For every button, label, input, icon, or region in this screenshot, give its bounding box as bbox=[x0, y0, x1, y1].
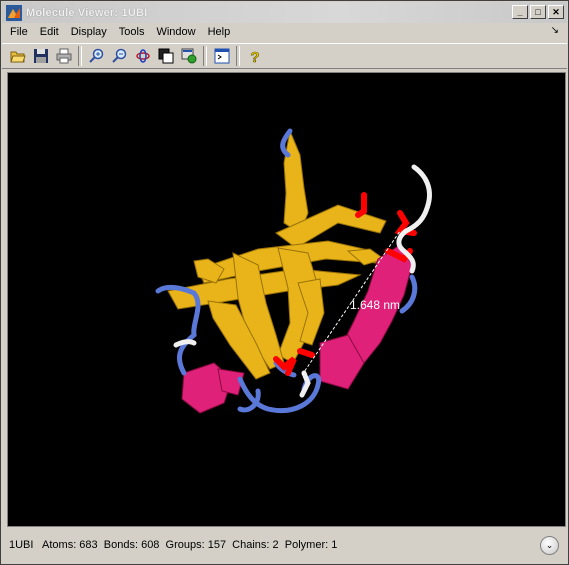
window-controls: _ □ ✕ bbox=[512, 5, 564, 19]
molecule-viewer-window: Molecule Viewer: 1UBI _ □ ✕ File Edit Di… bbox=[0, 0, 569, 565]
zoom-in-icon[interactable] bbox=[85, 45, 108, 67]
chevron-down-icon: ⌄ bbox=[545, 540, 554, 550]
menu-window[interactable]: Window bbox=[150, 24, 201, 41]
zoom-out-icon[interactable] bbox=[108, 45, 131, 67]
window-title: Molecule Viewer: 1UBI bbox=[26, 6, 148, 19]
toolbar-separator bbox=[78, 46, 82, 66]
minimize-button[interactable]: _ bbox=[512, 5, 528, 19]
ubiquitin-ribbon-model bbox=[155, 128, 432, 414]
print-icon[interactable] bbox=[52, 45, 75, 67]
status-bar: 1UBI Atoms: 683 Bonds: 608 Groups: 157 C… bbox=[2, 532, 567, 558]
status-text: 1UBI Atoms: 683 Bonds: 608 Groups: 157 C… bbox=[9, 539, 338, 551]
export-icon[interactable] bbox=[177, 45, 200, 67]
save-icon[interactable] bbox=[29, 45, 52, 67]
menu-tools[interactable]: Tools bbox=[113, 24, 151, 41]
toolbar-separator bbox=[203, 46, 207, 66]
console-icon[interactable] bbox=[210, 45, 233, 67]
matlab-app-icon bbox=[6, 4, 22, 21]
menu-display[interactable]: Display bbox=[65, 24, 113, 41]
dock-arrow-icon[interactable]: ↘ bbox=[551, 25, 559, 36]
molecule-viewport[interactable]: 1.648 nm bbox=[7, 72, 566, 527]
menu-file[interactable]: File bbox=[2, 24, 34, 41]
open-file-icon[interactable] bbox=[6, 45, 29, 67]
menu-bar: File Edit Display Tools Window Help ↘ bbox=[2, 23, 567, 42]
toolbar-separator bbox=[236, 46, 240, 66]
status-menu-button[interactable]: ⌄ bbox=[540, 536, 559, 555]
rotate-icon[interactable] bbox=[131, 45, 154, 67]
menu-edit[interactable]: Edit bbox=[34, 24, 65, 41]
distance-label: 1.648 nm bbox=[350, 298, 401, 312]
title-bar[interactable]: Molecule Viewer: 1UBI _ □ ✕ bbox=[2, 2, 567, 23]
toolbar: ? bbox=[2, 43, 567, 69]
close-button[interactable]: ✕ bbox=[548, 5, 564, 19]
copy-figure-icon[interactable] bbox=[154, 45, 177, 67]
maximize-button[interactable]: □ bbox=[530, 5, 546, 19]
svg-text:?: ? bbox=[250, 49, 259, 64]
menu-help[interactable]: Help bbox=[202, 24, 237, 41]
help-icon[interactable]: ? bbox=[243, 45, 266, 67]
